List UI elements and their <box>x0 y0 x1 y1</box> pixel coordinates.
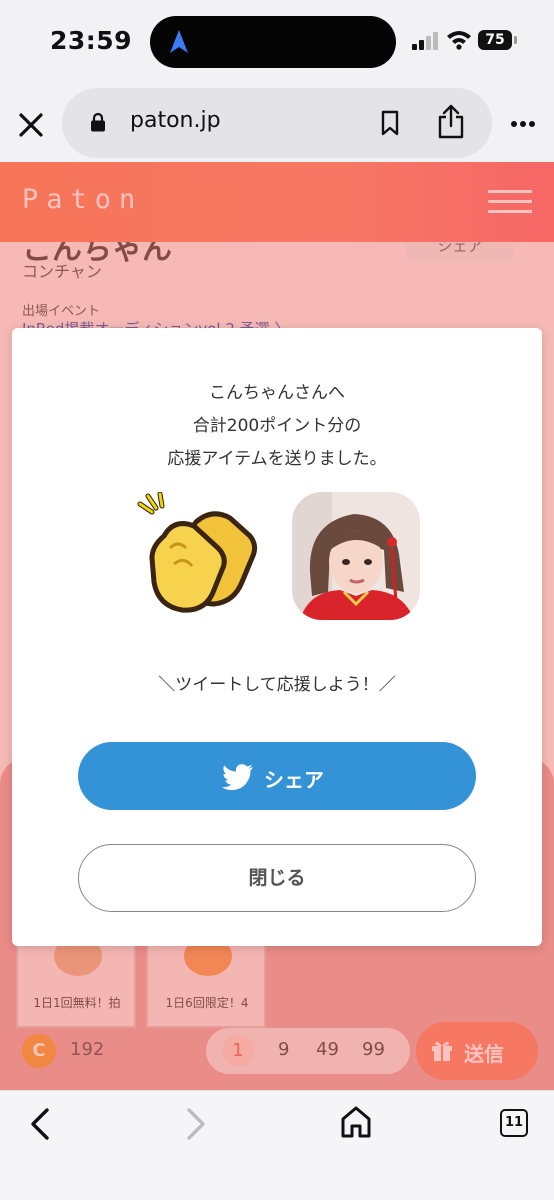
lock-icon <box>91 112 105 132</box>
wifi-icon <box>447 31 471 50</box>
tabs-button[interactable]: 11 <box>500 1109 528 1137</box>
url-field[interactable]: paton.jp <box>62 88 492 158</box>
browser-address-bar: paton.jp <box>0 82 554 162</box>
bookmark-icon[interactable] <box>380 110 400 136</box>
close-dialog-button[interactable]: 閉じる <box>78 844 476 912</box>
clap-icon <box>137 492 258 613</box>
twitter-share-button[interactable]: シェア <box>78 742 476 810</box>
dialog-message-line: 応援アイテムを送りました。 <box>167 449 387 469</box>
close-icon[interactable] <box>18 112 44 138</box>
signal-icon <box>412 32 438 50</box>
dynamic-island <box>150 16 396 68</box>
home-icon[interactable] <box>340 1105 372 1139</box>
back-icon[interactable] <box>28 1107 50 1141</box>
dialog-message-line: こんちゃんさんへ <box>209 383 345 403</box>
share-icon[interactable] <box>436 104 466 140</box>
twitter-share-label: シェア <box>264 768 324 792</box>
support-complete-dialog: こんちゃんさんへ 合計200ポイント分の 応援アイテムを送りました。 ＼ツイート… <box>12 328 542 946</box>
status-time: 23:59 <box>50 26 133 55</box>
more-icon[interactable] <box>510 120 536 128</box>
battery-indicator: 75 <box>478 30 517 50</box>
navigation-arrow-icon <box>170 30 188 53</box>
browser-toolbar: 11 <box>0 1090 554 1200</box>
forward-icon[interactable] <box>186 1107 208 1141</box>
twitter-icon <box>222 764 253 790</box>
tweet-prompt: ＼ツイートして応援しよう！／ <box>158 675 396 695</box>
url-text: paton.jp <box>130 108 221 133</box>
status-bar: 23:59 75 <box>0 0 554 82</box>
dialog-message-line: 合計200ポイント分の <box>192 416 362 436</box>
avatar <box>292 492 420 620</box>
